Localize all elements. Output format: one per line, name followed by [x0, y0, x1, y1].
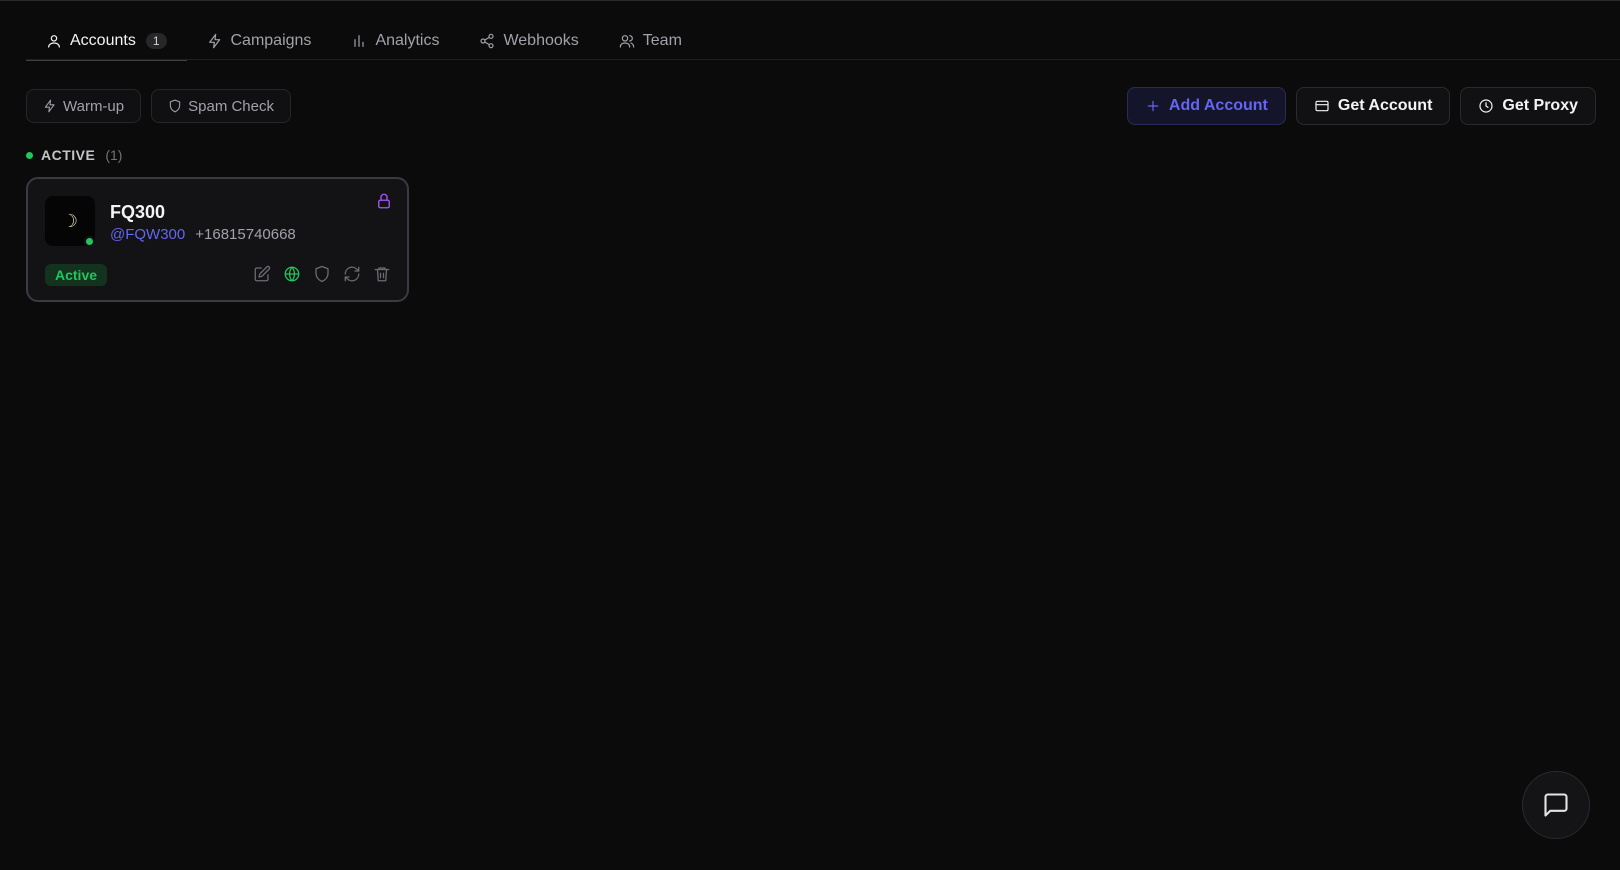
get-proxy-button[interactable]: Get Proxy: [1460, 87, 1596, 125]
bolt-icon: [44, 99, 55, 113]
card-icon: [1315, 100, 1329, 112]
plus-icon: [1147, 100, 1159, 112]
account-meta: @FQW300 +16815740668: [110, 226, 296, 243]
spam-check-button[interactable]: Spam Check: [151, 89, 291, 123]
online-indicator: [84, 236, 95, 247]
account-name: FQ300: [110, 202, 166, 222]
tab-webhooks[interactable]: Webhooks: [459, 22, 598, 60]
user-icon: [48, 35, 60, 48]
trash-icon[interactable]: [373, 265, 391, 283]
get-account-label: Get Account: [1337, 97, 1433, 114]
section-title: ACTIVE: [41, 147, 96, 163]
tab-accounts[interactable]: Accounts 1: [26, 22, 187, 61]
get-account-button[interactable]: Get Account: [1295, 87, 1451, 125]
bolt-icon: [208, 33, 220, 49]
account-card[interactable]: ☽ FQ300 @FQW300 +16815740668 Active: [26, 177, 409, 302]
shield-icon[interactable]: [313, 265, 331, 283]
users-icon: [619, 35, 635, 48]
tab-analytics[interactable]: Analytics: [331, 22, 459, 60]
warmup-button[interactable]: Warm-up: [26, 89, 142, 123]
accounts-count-badge: 1: [145, 33, 167, 49]
globe-icon[interactable]: [283, 265, 301, 283]
section-count: (1): [105, 147, 123, 163]
edit-icon[interactable]: [253, 265, 271, 283]
warmup-label: Warm-up: [63, 97, 125, 115]
lock-icon[interactable]: [375, 192, 393, 210]
get-proxy-label: Get Proxy: [1502, 97, 1578, 114]
top-border: [0, 0, 1620, 1]
account-phone: +16815740668: [195, 226, 296, 243]
chat-icon: [1544, 793, 1568, 817]
toolbar: Warm-up Spam Check Add Account Get Accou…: [26, 87, 1596, 125]
clock-icon: [1479, 99, 1494, 113]
add-account-label: Add Account: [1168, 97, 1268, 114]
tab-label: Campaigns: [230, 32, 312, 49]
status-dot: [26, 151, 33, 159]
tab-label: Webhooks: [503, 32, 579, 49]
active-section-header: ACTIVE (1): [26, 147, 122, 163]
moon-icon: ☽: [61, 210, 79, 231]
tab-label: Accounts: [70, 32, 136, 49]
add-account-button[interactable]: Add Account: [1126, 87, 1286, 125]
refresh-icon[interactable]: [343, 265, 361, 283]
chat-button[interactable]: [1522, 771, 1590, 839]
account-actions: [253, 265, 391, 283]
bar-chart-icon: [354, 35, 365, 47]
status-badge: Active: [45, 264, 108, 286]
tabs-divider: [26, 59, 1620, 60]
account-handle[interactable]: @FQW300: [110, 226, 185, 243]
tab-label: Team: [642, 32, 682, 49]
tab-label: Analytics: [375, 32, 440, 49]
shield-icon: [169, 99, 181, 113]
share-icon: [480, 33, 495, 49]
spam-check-label: Spam Check: [188, 97, 274, 115]
main-tabs: Accounts 1 Campaigns Analytics Webhooks …: [26, 22, 1620, 61]
tab-campaigns[interactable]: Campaigns: [187, 22, 332, 60]
tab-team[interactable]: Team: [599, 22, 702, 60]
